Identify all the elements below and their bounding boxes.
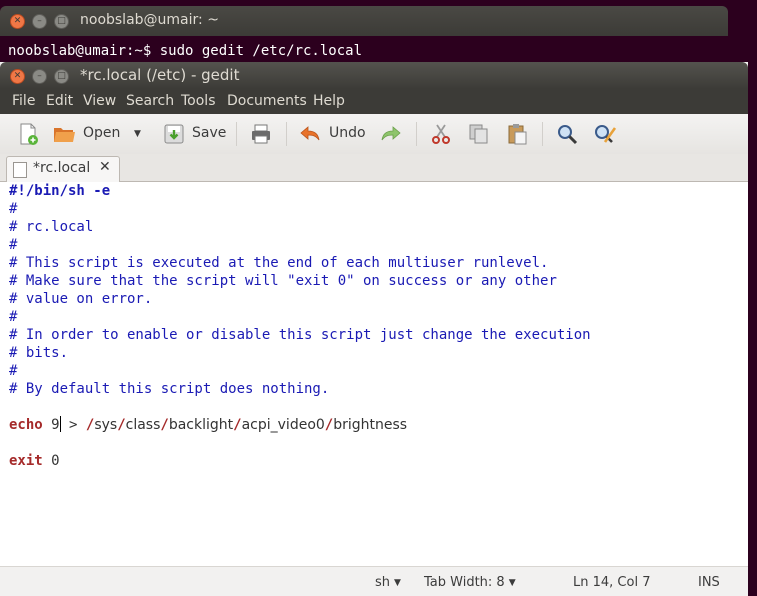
- menubar: File Edit View Search Tools Documents He…: [0, 89, 748, 114]
- code-line-exit: exit 0: [9, 452, 60, 470]
- toolbar-separator: [416, 122, 417, 146]
- statusbar: sh ▼ Tab Width: 8 ▼ Ln 14, Col 7 INS: [0, 566, 748, 596]
- undo-icon[interactable]: [298, 122, 322, 146]
- undo-button[interactable]: Undo: [329, 125, 366, 141]
- text-file-icon: [13, 162, 27, 178]
- language-label: sh: [375, 575, 391, 590]
- path-segment: class: [125, 417, 161, 433]
- menu-file[interactable]: File: [12, 93, 35, 109]
- copy-icon[interactable]: [467, 122, 491, 146]
- code-line: #: [9, 237, 18, 253]
- paste-icon[interactable]: [505, 122, 529, 146]
- menu-view[interactable]: View: [83, 93, 116, 109]
- terminal-titlebar: ✕ – □ noobslab@umair: ~: [0, 6, 728, 36]
- code-keyword: echo: [9, 417, 43, 433]
- tab-rc-local[interactable]: *rc.local ✕: [6, 156, 120, 182]
- code-redirect: >: [60, 417, 86, 433]
- close-icon[interactable]: ✕: [10, 69, 25, 84]
- code-line-echo: echo 9 > /sys/class/backlight/acpi_video…: [9, 416, 407, 434]
- code-line: # rc.local: [9, 219, 94, 235]
- minimize-icon[interactable]: –: [32, 69, 47, 84]
- code-line: # In order to enable or disable this scr…: [9, 327, 591, 343]
- save-button[interactable]: Save: [192, 125, 226, 141]
- dropdown-arrow-icon: ▼: [394, 578, 401, 588]
- tab-width-selector[interactable]: Tab Width: 8 ▼: [424, 575, 516, 590]
- menu-search[interactable]: Search: [126, 93, 174, 109]
- maximize-icon[interactable]: □: [54, 69, 69, 84]
- path-segment: brightness: [333, 417, 408, 433]
- path-segment: acpi_video0: [241, 417, 325, 433]
- toolbar-separator: [542, 122, 543, 146]
- gedit-window: ✕ – □ *rc.local (/etc) - gedit File Edit…: [0, 62, 748, 596]
- path-separator: /: [233, 417, 242, 433]
- print-icon[interactable]: [249, 122, 273, 146]
- find-icon[interactable]: [555, 122, 579, 146]
- redo-icon[interactable]: [379, 122, 403, 146]
- terminal-command-line: noobslab@umair:~$ sudo gedit /etc/rc.loc…: [8, 43, 363, 59]
- cursor-position: Ln 14, Col 7: [573, 575, 651, 590]
- tab-close-icon[interactable]: ✕: [99, 159, 111, 175]
- path-separator: /: [324, 417, 334, 433]
- path-separator: /: [117, 417, 126, 433]
- terminal-title: noobslab@umair: ~: [80, 12, 219, 28]
- code-number: 9: [51, 417, 60, 433]
- code-line: # By default this script does nothing.: [9, 381, 330, 397]
- code-line: #: [9, 309, 18, 325]
- save-icon[interactable]: [162, 122, 186, 146]
- open-folder-icon[interactable]: [52, 122, 76, 146]
- dropdown-arrow-icon: ▼: [508, 578, 516, 588]
- toolbar: Open ▼ Save Undo: [0, 114, 748, 155]
- menu-tools[interactable]: Tools: [181, 93, 216, 109]
- text-editor[interactable]: #!/bin/sh -e # # rc.local # # This scrip…: [0, 182, 748, 566]
- tab-label: *rc.local: [33, 160, 91, 176]
- language-selector[interactable]: sh ▼: [375, 575, 401, 590]
- code-line: # Make sure that the script will "exit 0…: [9, 273, 557, 289]
- code-line: #!/bin/sh -e: [9, 183, 111, 199]
- toolbar-separator: [236, 122, 237, 146]
- open-button[interactable]: Open: [83, 125, 120, 141]
- code-line: #: [9, 201, 18, 217]
- path-segment: sys: [94, 417, 118, 433]
- close-icon[interactable]: ✕: [10, 14, 25, 29]
- window-title: *rc.local (/etc) - gedit: [80, 66, 240, 84]
- path-segment: backlight: [168, 417, 234, 433]
- maximize-icon[interactable]: □: [54, 14, 69, 29]
- document-tabbar: *rc.local ✕: [0, 154, 748, 182]
- path-separator: /: [160, 417, 169, 433]
- code-number: 0: [51, 453, 60, 469]
- code-line: # bits.: [9, 345, 69, 361]
- code-line: #: [9, 363, 18, 379]
- insert-mode: INS: [698, 575, 720, 590]
- code-line: # value on error.: [9, 291, 153, 307]
- cut-icon[interactable]: [429, 122, 453, 146]
- tab-width-label: Tab Width: 8: [424, 575, 505, 590]
- toolbar-separator: [286, 122, 287, 146]
- gedit-titlebar: ✕ – □ *rc.local (/etc) - gedit: [0, 62, 748, 89]
- open-dropdown-arrow-icon[interactable]: ▼: [134, 129, 141, 139]
- menu-edit[interactable]: Edit: [46, 93, 73, 109]
- code-keyword: exit: [9, 453, 43, 469]
- minimize-icon[interactable]: –: [32, 14, 47, 29]
- menu-help[interactable]: Help: [313, 93, 345, 109]
- menu-documents[interactable]: Documents: [227, 93, 307, 109]
- code-line: # This script is executed at the end of …: [9, 255, 549, 271]
- new-document-icon[interactable]: [16, 122, 40, 146]
- replace-icon[interactable]: [593, 122, 617, 146]
